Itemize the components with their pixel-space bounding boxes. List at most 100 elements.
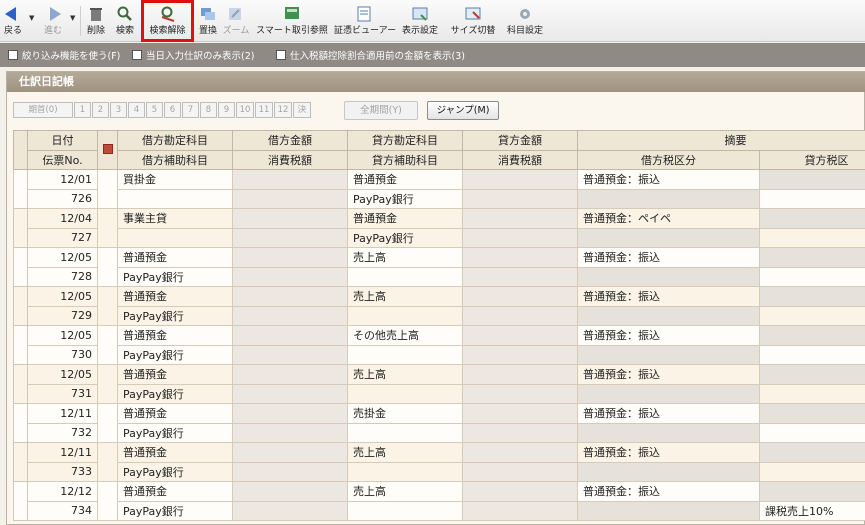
debit-sub-account[interactable]: PayPay銀行 [117,383,233,404]
forward-dropdown-icon[interactable]: ▼ [70,14,75,22]
debit-amount[interactable] [232,442,348,463]
viewer-button[interactable]: 証憑ビューアー [334,0,396,42]
credit-tax-class[interactable] [759,227,865,248]
memo[interactable]: 普通預金：振込 [577,325,760,346]
slip-no[interactable]: 727 [27,227,98,248]
credit-amount[interactable] [462,169,578,190]
entry-date[interactable]: 12/12 [27,481,98,502]
row-selector[interactable] [13,286,28,326]
table-row[interactable]: 12/11 普通預金 売上高 普通預金：振込 [13,442,865,482]
all-period-button[interactable]: 全期間(Y) [344,101,418,120]
table-row[interactable]: 12/05 普通預金 売上高 普通預金：振込 [13,286,865,326]
debit-sub-account[interactable]: PayPay銀行 [117,422,233,443]
debit-tax[interactable] [232,344,348,365]
memo[interactable]: 普通預金：ペイペ [577,208,760,229]
table-row[interactable]: 12/01 買掛金 普通預金 普通預金：振込 [13,169,865,209]
row-selector[interactable] [13,325,28,365]
credit-tax-class[interactable] [759,422,865,443]
month-closing[interactable]: 決 [293,102,311,118]
book-cell[interactable] [97,208,118,248]
credit-account[interactable]: 売上高 [347,364,463,385]
credit-amount[interactable] [462,286,578,307]
credit-tax-class[interactable] [759,305,865,326]
debit-tax-class[interactable] [577,422,760,443]
table-row-sub[interactable]: 727 PayPay銀行 [14,227,865,248]
memo[interactable]: 普通預金：振込 [577,403,760,424]
book-cell[interactable] [97,481,118,521]
credit-sub-account[interactable]: PayPay銀行 [347,188,463,209]
credit-amount[interactable] [462,364,578,385]
row-selector[interactable] [13,403,28,443]
memo-extra[interactable] [759,481,865,502]
filter-checkbox[interactable]: 絞り込み機能を使う(F) [8,48,120,62]
row-selector[interactable] [13,247,28,287]
smart-reference-button[interactable]: スマート取引参照 [252,0,332,42]
month-7[interactable]: 7 [182,102,199,118]
debit-amount[interactable] [232,364,348,385]
debit-tax-class[interactable] [577,188,760,209]
debit-tax[interactable] [232,500,348,521]
book-cell[interactable] [97,442,118,482]
col-credit-tax-class[interactable]: 貸方税区 [759,149,865,170]
credit-sub-account[interactable] [347,461,463,482]
memo[interactable]: 普通預金：振込 [577,364,760,385]
credit-account[interactable]: 普通預金 [347,169,463,190]
debit-account[interactable]: 普通預金 [117,247,233,268]
debit-tax[interactable] [232,383,348,404]
credit-tax[interactable] [462,305,578,326]
credit-amount[interactable] [462,481,578,502]
replace-button[interactable]: 置換 [196,0,220,42]
month-1[interactable]: 1 [74,102,91,118]
credit-sub-account[interactable] [347,422,463,443]
credit-tax[interactable] [462,422,578,443]
slip-no[interactable]: 733 [27,461,98,482]
clear-search-button[interactable]: 検索解除 [141,0,194,42]
today-only-checkbox[interactable]: 当日入力仕訳のみ表示(2) [132,48,254,62]
credit-sub-account[interactable] [347,500,463,521]
memo-extra[interactable] [759,208,865,229]
col-credit-amount[interactable]: 貸方金額 [462,130,578,151]
col-slip-no[interactable]: 伝票No. [27,149,98,170]
row-selector[interactable] [13,208,28,248]
entry-date[interactable]: 12/01 [27,169,98,190]
credit-sub-account[interactable] [347,344,463,365]
credit-tax-class[interactable] [759,461,865,482]
credit-amount[interactable] [462,208,578,229]
credit-account[interactable]: 売上高 [347,247,463,268]
credit-tax[interactable] [462,266,578,287]
credit-tax[interactable] [462,227,578,248]
debit-tax[interactable] [232,422,348,443]
memo[interactable]: 普通預金：振込 [577,286,760,307]
debit-sub-account[interactable]: PayPay銀行 [117,344,233,365]
credit-tax-class[interactable] [759,344,865,365]
month-9[interactable]: 9 [218,102,235,118]
debit-amount[interactable] [232,403,348,424]
col-credit-account[interactable]: 貸方勘定科目 [347,130,463,151]
credit-account[interactable]: 売掛金 [347,403,463,424]
debit-tax[interactable] [232,188,348,209]
table-row-sub[interactable]: 726 PayPay銀行 [14,188,865,209]
month-5[interactable]: 5 [146,102,163,118]
jump-button[interactable]: ジャンプ(M) [427,101,499,120]
credit-tax[interactable] [462,344,578,365]
search-button[interactable]: 検索 [112,0,138,42]
debit-account[interactable]: 普通預金 [117,481,233,502]
col-date[interactable]: 日付 [27,130,98,151]
debit-tax-class[interactable] [577,344,760,365]
table-row-sub[interactable]: 733 PayPay銀行 [14,461,865,482]
debit-amount[interactable] [232,325,348,346]
debit-tax-class[interactable] [577,500,760,521]
row-selector[interactable] [13,442,28,482]
debit-sub-account[interactable]: PayPay銀行 [117,461,233,482]
credit-amount[interactable] [462,247,578,268]
book-cell[interactable] [97,286,118,326]
debit-amount[interactable] [232,208,348,229]
display-settings-button[interactable]: 表示設定 [398,0,442,42]
debit-account[interactable]: 買掛金 [117,169,233,190]
table-row[interactable]: 12/11 普通預金 売掛金 普通預金：振込 [13,403,865,443]
table-row-sub[interactable]: 732 PayPay銀行 [14,422,865,443]
month-6[interactable]: 6 [164,102,181,118]
table-row[interactable]: 12/05 普通預金 売上高 普通預金：振込 [13,364,865,404]
credit-sub-account[interactable] [347,383,463,404]
zoom-button[interactable]: ズーム [222,0,250,42]
